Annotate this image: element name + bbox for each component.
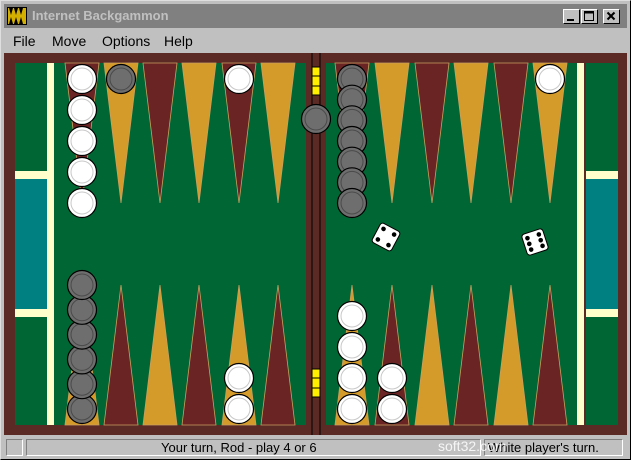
bottom-point-7-checker-4[interactable] [336,300,368,332]
menu-help[interactable]: Help [164,33,193,49]
bottom-point-8-checker-2[interactable] [376,362,408,394]
rail-right [577,63,584,425]
backgammon-app-icon [7,7,27,25]
bar-black-checker-1[interactable] [300,103,332,135]
window-title: Internet Backgammon [32,8,169,23]
bottom-point-7-checker-2[interactable] [336,362,368,394]
bear-off-slot-left[interactable] [15,179,47,309]
minimize-icon [567,19,574,21]
top-point-1-checker-2[interactable] [66,94,98,126]
bottom-point-1-checker-6[interactable] [66,269,98,301]
top-point-1-checker-3[interactable] [66,125,98,157]
menu-bar: File Move Options Help [4,30,627,52]
top-point-7-checker-7[interactable] [336,187,368,219]
app-window: Internet Backgammon File Move Options He… [0,0,631,460]
top-point-12-checker-1[interactable] [534,63,566,95]
bottom-point-7-checker-3[interactable] [336,331,368,363]
top-point-5-checker-1[interactable] [223,63,255,95]
status-panel-left [6,439,23,456]
close-icon [606,11,616,21]
top-point-1-checker-1[interactable] [66,63,98,95]
bear-off-divider-top-left [15,171,47,179]
top-point-2-checker-1[interactable] [105,63,137,95]
menu-move[interactable]: Move [52,33,86,49]
maximize-button[interactable] [581,9,598,24]
bear-off-divider-top-right [586,171,618,179]
rail-left [47,63,54,425]
maximize-icon [584,11,594,21]
backgammon-board[interactable] [4,53,627,435]
top-point-1-checker-5[interactable] [66,187,98,219]
bear-off-tray-left[interactable] [15,63,47,425]
bear-off-tray-right[interactable] [586,63,618,425]
close-button[interactable] [603,9,620,24]
minimize-button[interactable] [563,9,580,24]
top-point-1-checker-4[interactable] [66,156,98,188]
bear-off-slot-right[interactable] [586,179,618,309]
bear-off-divider-bottom-left [15,309,47,317]
hinge-top [311,66,321,96]
hinge-bottom [311,368,321,398]
menu-options[interactable]: Options [102,33,150,49]
bottom-point-7-checker-1[interactable] [336,393,368,425]
menu-file[interactable]: File [13,33,36,49]
status-bar: Your turn, Rod - play 4 or 6 White playe… [4,437,627,458]
bear-off-divider-bottom-right [586,309,618,317]
title-bar[interactable]: Internet Backgammon [4,4,627,28]
bottom-point-5-checker-2[interactable] [223,362,255,394]
bottom-point-5-checker-1[interactable] [223,393,255,425]
bottom-point-8-checker-1[interactable] [376,393,408,425]
watermark: soft32.com [438,438,507,454]
status-message: Your turn, Rod - play 4 or 6 [26,439,481,456]
